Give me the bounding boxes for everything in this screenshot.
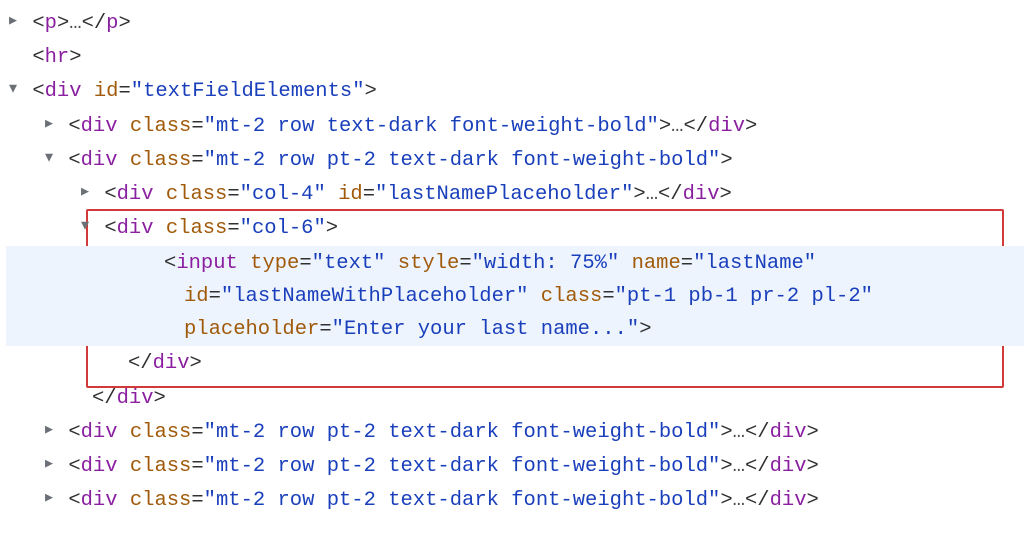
dom-node-col4[interactable]: ▸ <div class="col-4" id="lastNamePlaceho… (6, 177, 1024, 211)
dom-node-row5[interactable]: ▸ <div class="mt-2 row pt-2 text-dark fo… (6, 483, 1024, 517)
expand-toggle[interactable]: ▸ (42, 448, 56, 481)
dom-tree[interactable]: ▸ <p>…</p> • <hr> ▾ <div id="textFieldEl… (0, 0, 1024, 517)
dom-node-input-cont2[interactable]: placeholder="Enter your last name..."> (6, 313, 1024, 346)
expand-toggle[interactable]: ▸ (6, 5, 20, 38)
dom-node-row2[interactable]: ▾ <div class="mt-2 row pt-2 text-dark fo… (6, 143, 1024, 177)
collapse-toggle[interactable]: ▾ (6, 73, 20, 106)
expand-toggle[interactable]: ▸ (78, 176, 92, 209)
dom-node-row4[interactable]: ▸ <div class="mt-2 row pt-2 text-dark fo… (6, 449, 1024, 483)
dom-node-row3[interactable]: ▸ <div class="mt-2 row pt-2 text-dark fo… (6, 415, 1024, 449)
expand-toggle[interactable]: ▸ (42, 414, 56, 447)
dom-node-hr[interactable]: • <hr> (6, 40, 1024, 74)
expand-toggle[interactable]: ▸ (42, 482, 56, 515)
dom-node-input-cont1[interactable]: id="lastNameWithPlaceholder" class="pt-1… (6, 280, 1024, 313)
dom-node-row1[interactable]: ▸ <div class="mt-2 row text-dark font-we… (6, 109, 1024, 143)
dom-node-input[interactable]: •<input type="text" style="width: 75%" n… (6, 246, 1024, 280)
collapse-toggle[interactable]: ▾ (42, 142, 56, 175)
dom-close-col6[interactable]: •</div> (6, 346, 1024, 380)
dom-node-col6[interactable]: ▾ <div class="col-6"> (6, 211, 1024, 245)
dom-close-row2[interactable]: •</div> (6, 381, 1024, 415)
expand-toggle[interactable]: ▸ (42, 108, 56, 141)
dom-node-p[interactable]: ▸ <p>…</p> (6, 6, 1024, 40)
collapse-toggle[interactable]: ▾ (78, 210, 92, 243)
dom-node-textfieldelements[interactable]: ▾ <div id="textFieldElements"> (6, 74, 1024, 108)
